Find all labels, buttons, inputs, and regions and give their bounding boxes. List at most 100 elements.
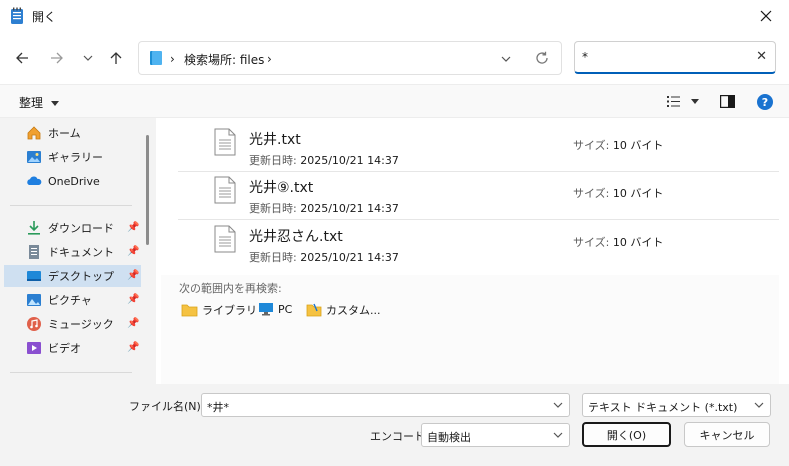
chevron-down-icon[interactable] <box>553 400 563 410</box>
onedrive-cloud-icon <box>27 176 42 185</box>
notepad-app-icon <box>11 7 23 24</box>
pc-monitor-icon <box>259 303 273 316</box>
filename-input[interactable]: *井* <box>201 393 570 417</box>
help-icon[interactable]: ? <box>757 94 773 110</box>
caret-down-icon <box>50 101 59 106</box>
close-icon <box>760 10 772 22</box>
pin-icon: 📌 <box>127 246 140 257</box>
pin-icon: 📌 <box>127 270 140 281</box>
sidebar-scrollbar[interactable] <box>146 135 149 245</box>
encoding-value: 自動検出 <box>427 431 471 444</box>
view-list-icon[interactable] <box>667 95 681 108</box>
navigation-pane: ホーム ギャラリー OneDrive ダウンロード 📌 ドキュメント 📌 デスク… <box>0 118 156 384</box>
search-input[interactable]: * ✕ <box>574 41 776 74</box>
back-button[interactable] <box>10 46 34 70</box>
sidebar-item-label: OneDrive <box>48 174 100 188</box>
text-file-icon <box>214 128 236 156</box>
sidebar-item-label: ホーム <box>48 127 81 140</box>
organize-label: 整理 <box>19 96 44 110</box>
recent-locations-button[interactable] <box>76 46 100 70</box>
sidebar-item-label: ビデオ <box>48 342 81 355</box>
encoding-label: エンコード: <box>370 430 429 443</box>
sidebar-item-gallery[interactable]: ギャラリー <box>26 146 103 168</box>
list-item[interactable]: 光井忍さん.txt 更新日時: 2025/10/21 14:37 サイズ: 10… <box>178 219 778 267</box>
sidebar-item-videos[interactable]: ビデオ <box>26 337 81 359</box>
search-again-panel: 次の範囲内を再検索: ライブラリ PC カスタム... <box>161 275 779 384</box>
sidebar-item-home[interactable]: ホーム <box>26 122 81 144</box>
search-again-libraries[interactable]: ライブラリ <box>181 302 257 318</box>
window-title: 開く <box>32 9 57 24</box>
search-again-label: 次の範囲内を再検索: <box>179 282 282 295</box>
sidebar-item-music[interactable]: ミュージック <box>26 313 114 335</box>
file-size: サイズ: 10 バイト <box>573 139 664 152</box>
arrow-right-icon <box>51 52 63 64</box>
file-modified: 更新日時: 2025/10/21 14:37 <box>249 202 399 215</box>
breadcrumb-separator-icon: › <box>267 52 272 66</box>
arrow-left-icon <box>16 52 28 64</box>
filename-label: ファイル名(N): <box>129 400 205 413</box>
filetype-value: テキスト ドキュメント (*.txt) <box>588 401 738 414</box>
search-results-folder-icon <box>150 51 162 65</box>
breadcrumb-search-location[interactable]: 検索場所: files <box>184 51 264 68</box>
search-again-pc[interactable]: PC <box>258 302 292 316</box>
pin-icon: 📌 <box>127 342 140 353</box>
pin-icon: 📌 <box>127 318 140 329</box>
close-button[interactable] <box>743 0 789 32</box>
forward-button[interactable] <box>45 46 69 70</box>
list-item[interactable]: 光井.txt 更新日時: 2025/10/21 14:37 サイズ: 10 バイ… <box>178 122 778 170</box>
chevron-down-icon <box>83 55 93 61</box>
file-size: サイズ: 10 バイト <box>573 236 664 249</box>
search-again-custom[interactable]: カスタム... <box>306 302 381 318</box>
text-file-icon <box>214 176 236 204</box>
pictures-icon <box>27 294 41 306</box>
file-modified: 更新日時: 2025/10/21 14:37 <box>249 251 399 264</box>
gallery-icon <box>27 151 41 163</box>
clear-search-icon[interactable]: ✕ <box>756 49 767 64</box>
sidebar-item-label: ミュージック <box>48 318 114 331</box>
up-button[interactable] <box>104 46 128 70</box>
chevron-down-icon <box>754 402 764 408</box>
chevron-down-icon[interactable] <box>501 55 511 63</box>
view-options-caret-icon[interactable] <box>691 99 699 105</box>
sidebar-item-onedrive[interactable]: OneDrive <box>26 170 100 192</box>
sidebar-item-label: ドキュメント <box>48 246 114 259</box>
sidebar-divider <box>10 372 132 373</box>
pin-icon: 📌 <box>127 222 140 233</box>
refresh-icon[interactable] <box>535 51 549 65</box>
music-icon <box>27 317 41 331</box>
preview-pane-icon[interactable] <box>720 95 735 108</box>
address-bar[interactable]: › 検索場所: files › <box>138 41 562 75</box>
sidebar-item-pictures[interactable]: ピクチャ <box>26 289 92 311</box>
download-icon <box>28 221 40 235</box>
file-size: サイズ: 10 バイト <box>573 187 664 200</box>
libraries-folder-icon <box>181 304 198 317</box>
breadcrumb-separator-icon: › <box>170 52 175 66</box>
arrow-up-icon <box>110 52 122 64</box>
video-icon <box>27 342 41 354</box>
sidebar-divider <box>10 205 132 206</box>
sidebar-item-downloads[interactable]: ダウンロード <box>26 217 114 239</box>
encoding-select[interactable]: 自動検出 <box>421 423 570 447</box>
file-name: 光井.txt <box>249 132 301 148</box>
cancel-button[interactable]: キャンセル <box>684 422 770 447</box>
desktop-icon <box>27 271 41 281</box>
chevron-down-icon <box>553 432 563 438</box>
organize-menu-button[interactable]: 整理 <box>19 94 59 111</box>
sidebar-item-label: ギャラリー <box>48 151 103 164</box>
file-modified: 更新日時: 2025/10/21 14:37 <box>249 154 399 167</box>
sidebar-item-label: ピクチャ <box>48 294 92 307</box>
file-name: 光井⑨.txt <box>249 180 314 196</box>
open-button[interactable]: 開く(O) <box>582 422 671 447</box>
command-bar: 整理 ? <box>0 84 789 118</box>
filetype-select[interactable]: テキスト ドキュメント (*.txt) <box>582 393 771 417</box>
sidebar-item-documents[interactable]: ドキュメント <box>26 241 114 263</box>
sidebar-item-label: ダウンロード <box>48 222 114 235</box>
dialog-footer: ファイル名(N): *井* テキスト ドキュメント (*.txt) エンコード:… <box>0 384 789 466</box>
search-input-value: * <box>582 50 588 64</box>
file-name: 光井忍さん.txt <box>249 229 343 245</box>
title-bar: 開く <box>0 0 789 32</box>
svg-text:?: ? <box>762 96 768 109</box>
text-file-icon <box>214 225 236 253</box>
list-item[interactable]: 光井⑨.txt 更新日時: 2025/10/21 14:37 サイズ: 10 バ… <box>178 170 778 218</box>
sidebar-item-desktop[interactable]: デスクトップ <box>4 265 141 287</box>
